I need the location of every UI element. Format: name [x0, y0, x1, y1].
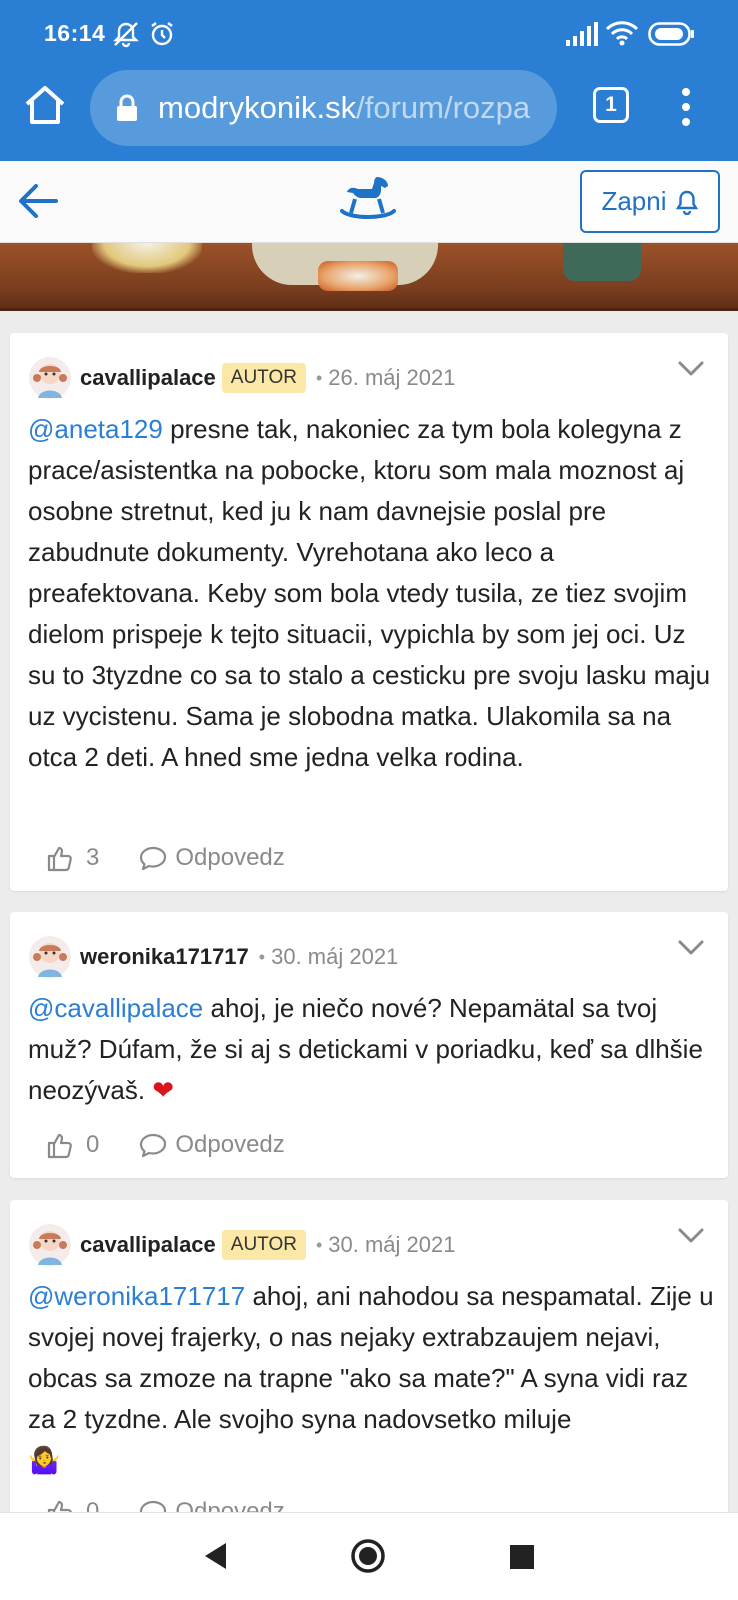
reply-label: Odpovedz — [175, 844, 285, 871]
post-text: @weronika171717 ahoj, ani nahodou sa nes… — [28, 1276, 714, 1481]
back-arrow-icon[interactable] — [16, 179, 60, 223]
speech-bubble-icon — [140, 1133, 167, 1158]
mute-notifications-icon — [113, 22, 139, 48]
post-author[interactable]: cavallipalace — [80, 1232, 216, 1258]
url-path: /forum/rozpa — [356, 90, 531, 125]
notify-toggle-button[interactable]: Zapni — [580, 170, 720, 233]
site-header: Zapni — [0, 161, 738, 243]
nav-back-icon[interactable] — [202, 1541, 228, 1571]
speech-bubble-icon — [140, 846, 167, 871]
forum-post: cavallipalace AUTOR • 26. máj 2021 @anet… — [10, 333, 728, 891]
reply-button[interactable]: Odpovedz — [139, 844, 285, 872]
post-header: cavallipalace AUTOR • 26. máj 2021 — [28, 355, 455, 401]
post-actions: 3 Odpovedz — [46, 838, 285, 878]
alarm-icon — [151, 22, 173, 46]
forum-post: cavallipalace AUTOR • 30. máj 2021 @wero… — [10, 1200, 728, 1540]
status-bar: 16:14 — [0, 0, 738, 68]
reply-button[interactable]: Odpovedz — [139, 1131, 285, 1159]
post-actions: 0 Odpovedz — [46, 1125, 285, 1165]
avatar[interactable] — [28, 1223, 72, 1267]
post-text: @cavallipalace ahoj, je niečo nové? Nepa… — [28, 988, 714, 1111]
user-mention-link[interactable]: @cavallipalace — [28, 993, 203, 1023]
address-bar[interactable]: modrykonik.sk/forum/rozpa — [90, 70, 557, 146]
system-navigation-bar — [0, 1512, 738, 1600]
post-header: weronika171717 • 30. máj 2021 — [28, 934, 398, 980]
post-author[interactable]: weronika171717 — [80, 944, 249, 970]
home-icon[interactable] — [22, 82, 68, 128]
post-body: presne tak, nakoniec za tym bola kolegyn… — [28, 414, 711, 772]
url-row: modrykonik.sk/forum/rozpa 1 — [0, 68, 738, 161]
chevron-down-icon[interactable] — [678, 1228, 704, 1244]
like-count: 3 — [86, 844, 100, 871]
like-button[interactable]: 3 — [46, 844, 99, 872]
like-button[interactable]: 0 — [46, 1131, 99, 1159]
avatar[interactable] — [28, 935, 72, 979]
forum-post: weronika171717 • 30. máj 2021 @cavallipa… — [10, 912, 728, 1178]
chevron-down-icon[interactable] — [678, 940, 704, 956]
user-mention-link[interactable]: @aneta129 — [28, 414, 163, 444]
url-text: modrykonik.sk/forum/rozpa — [158, 90, 530, 126]
url-host: modrykonik.sk — [158, 90, 357, 125]
heart-emoji: ❤ — [152, 1075, 175, 1105]
more-menu-icon[interactable] — [670, 86, 702, 128]
reply-label: Odpovedz — [175, 1131, 285, 1158]
notify-toggle-label: Zapni — [601, 186, 667, 216]
thumbs-up-icon — [47, 1133, 72, 1159]
nav-recents-icon[interactable] — [510, 1545, 534, 1569]
nav-home-icon[interactable] — [350, 1538, 386, 1574]
like-count: 0 — [86, 1131, 100, 1158]
author-badge: AUTOR — [221, 363, 306, 393]
post-text: @aneta129 presne tak, nakoniec za tym bo… — [28, 409, 714, 778]
battery-icon — [648, 22, 694, 46]
tab-switcher-button[interactable]: 1 — [593, 87, 629, 123]
thumbs-up-icon — [47, 846, 72, 872]
author-badge: AUTOR — [221, 1230, 306, 1260]
lock-icon — [117, 94, 137, 121]
wifi-icon — [605, 21, 639, 46]
post-date: 26. máj 2021 — [328, 365, 456, 390]
chevron-down-icon[interactable] — [678, 361, 704, 377]
shrug-emoji: 🤷‍♀️ — [28, 1445, 61, 1475]
topic-cover-image — [0, 243, 738, 311]
post-date: 30. máj 2021 — [328, 1232, 456, 1257]
user-mention-link[interactable]: @weronika171717 — [28, 1281, 245, 1311]
post-header: cavallipalace AUTOR • 30. máj 2021 — [28, 1222, 455, 1268]
avatar[interactable] — [28, 356, 72, 400]
status-time: 16:14 — [44, 20, 106, 46]
post-date: 30. máj 2021 — [271, 944, 399, 969]
bell-icon — [675, 190, 698, 215]
rocking-horse-logo-icon[interactable] — [339, 173, 397, 225]
browser-chrome: 16:14 modrykonik.sk/forum/rozpa 1 — [0, 0, 738, 161]
post-author[interactable]: cavallipalace — [80, 365, 216, 391]
signal-icon — [566, 22, 598, 46]
